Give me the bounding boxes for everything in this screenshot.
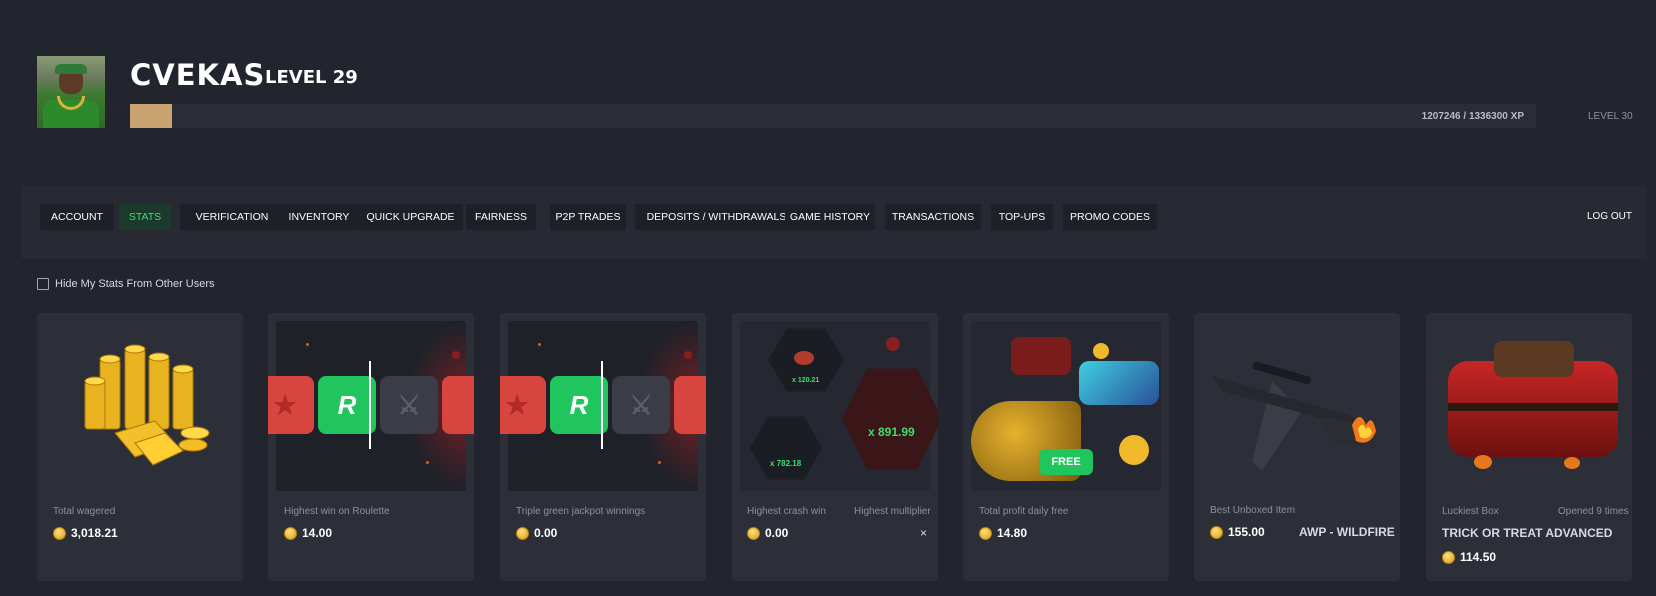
- coin-icon: [1210, 525, 1223, 539]
- best-unboxed-value: 155.00: [1228, 525, 1265, 539]
- tab-promo-codes[interactable]: PROMO CODES: [1063, 204, 1157, 230]
- stat-card-jackpot: ★ R ⚔ Triple green jackpot winnings 0.00: [500, 313, 706, 581]
- coin-icon: [1442, 550, 1455, 564]
- tab-p2p-trades[interactable]: P2P TRADES: [550, 204, 626, 230]
- current-level: LEVEL 29: [265, 67, 358, 88]
- coin-icon: [53, 526, 66, 540]
- roulette-r-icon: R: [318, 376, 376, 434]
- crash-hex-1: [768, 328, 844, 392]
- user-avatar: [37, 56, 105, 128]
- coin-icon: [516, 526, 529, 540]
- roulette-marker: [369, 361, 371, 449]
- crash-image: x 120.21 x 891.99 x 782.18: [740, 321, 938, 491]
- crash-label: Highest crash win: [747, 506, 826, 517]
- jackpot-marker: [601, 361, 603, 449]
- t-icon: ★: [268, 376, 314, 434]
- stat-card-total-wagered: Total wagered 3,018.21: [37, 313, 243, 581]
- total-wagered-label: Total wagered: [53, 506, 116, 517]
- crash-hex-2: [842, 368, 938, 470]
- ct-icon: ⚔: [380, 376, 438, 434]
- best-unboxed-item-name: AWP - WILDFIRE: [1299, 525, 1395, 539]
- jackpot-value: 0.00: [534, 526, 558, 540]
- luckiest-box-name: TRICK OR TREAT ADVANCED: [1442, 526, 1613, 540]
- luckiest-box-value-row: 114.50: [1442, 550, 1496, 564]
- jackpot-label: Triple green jackpot winnings: [516, 506, 646, 517]
- luckiest-box-value: 114.50: [1460, 550, 1497, 564]
- roulette-value-row: 14.00: [284, 526, 332, 540]
- luckiest-box-opened: Opened 9 times: [1558, 506, 1629, 517]
- t-icon: ★: [500, 376, 546, 434]
- tab-deposits-withdrawals[interactable]: DEPOSITS / WITHDRAWALS: [635, 204, 798, 230]
- total-wagered-value: 3,018.21: [71, 526, 118, 540]
- crash-value-row: 0.00: [747, 526, 788, 540]
- crash-value: 0.00: [765, 526, 789, 540]
- tab-stats[interactable]: STATS: [119, 204, 171, 230]
- free-badge: FREE: [1039, 449, 1093, 475]
- daily-free-label: Total profit daily free: [979, 506, 1069, 517]
- xp-progress-fill: [130, 104, 173, 128]
- coin-icon: [979, 526, 992, 540]
- tab-fairness[interactable]: FAIRNESS: [466, 204, 536, 230]
- best-unboxed-value-row: 155.00: [1210, 525, 1265, 539]
- tab-top-ups[interactable]: TOP-UPS: [991, 204, 1053, 230]
- tab-game-history[interactable]: GAME HISTORY: [785, 204, 875, 230]
- total-wagered-value-row: 3,018.21: [53, 526, 118, 540]
- stat-card-crash: x 120.21 x 891.99 x 782.18 Highest crash…: [732, 313, 938, 581]
- roulette-value: 14.00: [302, 526, 333, 540]
- stat-card-daily-free: FREE Total profit daily free 14.80: [963, 313, 1169, 581]
- xp-progress-bar: 1207246 / 1336300 XP: [130, 104, 1536, 128]
- tab-inventory[interactable]: INVENTORY: [280, 204, 358, 230]
- luckiest-box-label: Luckiest Box: [1442, 506, 1499, 517]
- jackpot-image: ★ R ⚔: [500, 321, 706, 491]
- stat-card-best-unboxed: Best Unboxed Item 155.00 AWP - WILDFIRE: [1194, 313, 1400, 581]
- jackpot-value-row: 0.00: [516, 526, 557, 540]
- crash-mult-2: x 891.99: [868, 425, 915, 439]
- roulette-r-icon: R: [550, 376, 608, 434]
- tab-verification[interactable]: VERIFICATION: [180, 204, 284, 230]
- crash-multiplier-value: ×: [920, 526, 928, 540]
- ct-icon: ⚔: [612, 376, 670, 434]
- hide-stats-toggle[interactable]: Hide My Stats From Other Users: [37, 278, 215, 290]
- gold-coins-image: [45, 321, 235, 491]
- coin-icon: [747, 526, 760, 540]
- xp-text: 1207246 / 1336300 XP: [1421, 111, 1524, 122]
- daily-free-image: FREE: [971, 321, 1161, 491]
- stat-card-luckiest-box: Luckiest Box Opened 9 times TRICK OR TRE…: [1426, 313, 1632, 581]
- roulette-image: ★ R ⚔: [268, 321, 474, 491]
- username: CVEKAS: [130, 58, 266, 92]
- tab-transactions[interactable]: TRANSACTIONS: [885, 204, 981, 230]
- daily-free-value-row: 14.80: [979, 526, 1027, 540]
- crash-mult-3: x 782.18: [770, 459, 802, 468]
- crash-multiplier-label: Highest multiplier: [854, 506, 931, 517]
- trick-or-treat-box-image: [1434, 321, 1624, 491]
- crash-hex-3: [750, 416, 822, 480]
- best-unboxed-label: Best Unboxed Item: [1210, 505, 1296, 516]
- t-icon: [442, 376, 474, 434]
- awp-wildfire-image: [1202, 321, 1392, 491]
- coin-icon: [284, 526, 297, 540]
- daily-free-value: 14.80: [997, 526, 1028, 540]
- checkbox-icon[interactable]: [37, 278, 49, 290]
- next-level: LEVEL 30: [1588, 111, 1633, 122]
- crash-mult-1: x 120.21: [792, 377, 820, 384]
- stat-card-roulette: ★ R ⚔ Highest win on Roulette 14.00: [268, 313, 474, 581]
- logout-button[interactable]: LOG OUT: [1587, 211, 1632, 222]
- tab-account[interactable]: ACCOUNT: [40, 204, 114, 230]
- roulette-label: Highest win on Roulette: [284, 506, 390, 517]
- hide-stats-label: Hide My Stats From Other Users: [55, 278, 215, 290]
- profile-tab-bar: ACCOUNT STATS VERIFICATION INVENTORY QUI…: [21, 185, 1647, 259]
- tab-quick-upgrade[interactable]: QUICK UPGRADE: [358, 204, 463, 230]
- t-icon: [674, 376, 706, 434]
